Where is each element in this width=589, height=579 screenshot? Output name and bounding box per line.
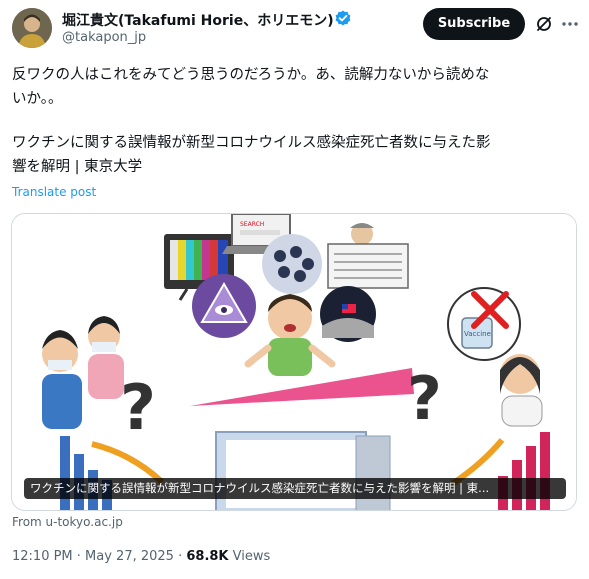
illuminati-bubble: [192, 274, 256, 338]
card-caption[interactable]: ワクチンに関する誤情報が新型コロナウイルス感染症死亡者数に与えた影響を解明 | …: [24, 478, 566, 499]
post-line: いか。。: [12, 91, 63, 107]
link-card[interactable]: SEARCH ? ? Vaccine ワクチンに関する誤情報が新型コロナウイルス…: [11, 213, 577, 511]
computer-illustration: [215, 431, 391, 510]
author-avatar[interactable]: [12, 8, 52, 48]
moon-bubble: [320, 286, 376, 342]
more-icon[interactable]: [560, 14, 580, 34]
post-header: 堀江貴文(Takafumi Horie、ホリエモン) @takapon_jp S…: [0, 0, 589, 58]
vaccine-label: Vaccine: [464, 330, 491, 338]
translate-post-link[interactable]: Translate post: [12, 185, 96, 199]
author-handle[interactable]: @takapon_jp: [62, 30, 146, 45]
card-illustration: SEARCH ? ? Vaccine: [12, 214, 576, 510]
question-mark-left: ?: [120, 371, 156, 444]
post-line: 響を解明 | 東京大学: [12, 159, 143, 175]
author-name[interactable]: 堀江貴文(Takafumi Horie、ホリエモン): [62, 10, 334, 30]
verified-badge-icon[interactable]: [335, 10, 351, 26]
post-text: 反ワクの人はこれをみてどう思うのだろうか。あ、読解力ないから読めな いか。。 ワ…: [12, 63, 577, 179]
views-label: Views: [228, 549, 271, 564]
post-line: 反ワクの人はこれをみてどう思うのだろうか。あ、読解力ないから読めな: [12, 67, 490, 83]
views-count: 68.8K: [186, 549, 229, 564]
post-timestamp[interactable]: 12:10 PM · May 27, 2025 ·: [12, 549, 186, 564]
search-word: SEARCH: [240, 221, 264, 228]
post-meta: 12:10 PM · May 27, 2025 · 68.8K Views: [12, 549, 270, 564]
grok-icon[interactable]: [534, 14, 554, 34]
vaccine-bubble: Vaccine: [447, 287, 521, 361]
card-source[interactable]: From u-tokyo.ac.jp: [12, 515, 123, 529]
question-mark-right: ?: [407, 364, 442, 434]
subscribe-button[interactable]: Subscribe: [423, 8, 525, 40]
post-line: ワクチンに関する誤情報が新型コロナウイルス感染症死亡者数に与えた影: [12, 135, 491, 151]
